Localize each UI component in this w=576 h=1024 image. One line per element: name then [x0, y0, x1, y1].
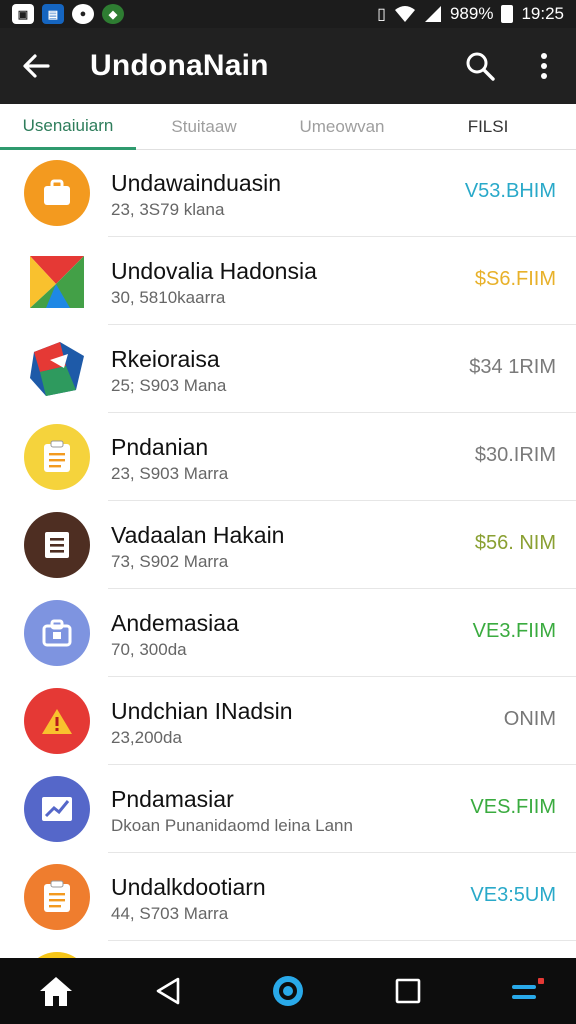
list-item-title: Undovalia Hadonsia — [111, 258, 317, 284]
notification-icons: ▣ ▤ ● ◆ — [12, 4, 124, 24]
bag-icon — [24, 600, 90, 666]
divider — [108, 324, 576, 325]
list-item[interactable]: Undawainduasin 23, 3S79 klana V53.BHIM — [0, 150, 576, 237]
list-item-title: Pndamasiar — [111, 786, 234, 812]
list-item-subtitle: 23,200da — [111, 728, 182, 747]
home-icon[interactable] — [28, 966, 84, 1016]
list-item-title: Undawainduasin — [111, 170, 282, 196]
divider — [108, 940, 576, 941]
list-item-title: Undchian INadsin — [111, 698, 293, 724]
clock: 19:25 — [521, 4, 564, 23]
list-item-title: Pndanian — [111, 434, 209, 460]
menu-icon[interactable] — [500, 966, 556, 1016]
wifi-icon — [394, 6, 415, 22]
divider — [108, 588, 576, 589]
list-item-price: V53.BHIM — [464, 180, 556, 202]
camera-icon: ● — [72, 4, 94, 24]
back-arrow-icon[interactable] — [0, 28, 72, 104]
list-item[interactable]: Undchian INadsin 23,200da ONIM — [0, 678, 576, 765]
list-item-subtitle: 44, S703 Marra — [111, 904, 229, 923]
divider — [108, 676, 576, 677]
app-title: UndonaNain — [90, 49, 269, 82]
tab-0[interactable]: Usenaiuiarn — [0, 104, 136, 150]
vibrate-icon: ▯ — [377, 6, 386, 23]
maps-logo-icon — [24, 248, 90, 314]
app-list: Undawainduasin 23, 3S79 klana V53.BHIM Undo… — [0, 150, 576, 958]
divider — [108, 236, 576, 237]
list-item-subtitle: 23, S903 Marra — [111, 464, 229, 483]
divider — [108, 412, 576, 413]
list-item-subtitle: 23, 3S79 klana — [111, 200, 225, 219]
list-item-subtitle: 70, 300da — [111, 640, 187, 659]
list-item-subtitle: 25; S903 Mana — [111, 376, 227, 395]
list-item[interactable]: Undovalia Hadonsia 30, 5810kaarra $S6.FIIM — [0, 238, 576, 325]
warning-icon — [24, 688, 90, 754]
list-item[interactable]: Andemasiaa 70, 300da VE3.FIIM — [0, 590, 576, 677]
status-bar: ▣ ▤ ● ◆ ▯ 989% 19:25 — [0, 0, 576, 28]
list-item-price: $56. NIM — [474, 532, 556, 554]
back-triangle-icon[interactable] — [140, 966, 196, 1016]
recents-icon[interactable] — [380, 966, 436, 1016]
list-item[interactable]: Undalkdootiarn 44, S703 Marra VE3:5UM — [0, 854, 576, 941]
battery-percent: 989% — [449, 4, 494, 23]
hexagon-logo-icon — [24, 336, 90, 402]
list-item-price: VE3.FIIM — [472, 620, 556, 642]
divider — [108, 500, 576, 501]
list-item-title: Rkeioraisa — [111, 346, 220, 372]
list-item[interactable] — [0, 942, 576, 958]
list-item-price: VE3:5UM — [470, 884, 556, 906]
list-item-subtitle: 73, S902 Marra — [111, 552, 229, 571]
list-item[interactable]: Vadaalan Hakain 73, S902 Marra $56. NIM — [0, 502, 576, 589]
tab-2[interactable]: Umeowvan — [278, 104, 406, 150]
list-item-price: ONIM — [503, 708, 556, 730]
divider — [108, 764, 576, 765]
app-bar: UndonaNain — [0, 28, 576, 104]
clipboard-icon — [24, 424, 90, 490]
more-vert-icon[interactable] — [524, 46, 564, 86]
search-icon[interactable] — [458, 46, 502, 86]
list-item-price: $30.IRIM — [474, 444, 556, 466]
battery-icon — [501, 5, 514, 23]
list-item-subtitle: Dkoan Punanidaomd leina Lann — [111, 816, 353, 835]
navigation-bar — [0, 958, 576, 1024]
list-item-price: $S6.FIIM — [474, 268, 556, 290]
list-item[interactable]: Rkeioraisa 25; S903 Mana $34 1RIM — [0, 326, 576, 413]
tab-3[interactable]: FILSI — [430, 104, 546, 150]
divider — [108, 852, 576, 853]
notepad-icon — [24, 512, 90, 578]
list-item[interactable]: Pndamasiar Dkoan Punanidaomd leina Lann VE… — [0, 766, 576, 853]
list-item-price: VES.FIIM — [470, 796, 556, 818]
image-icon: ▣ — [12, 4, 34, 24]
clipboard-icon — [24, 864, 90, 930]
calendar-icon: ▤ — [42, 4, 64, 24]
assistant-icon[interactable] — [260, 966, 316, 1016]
list-item[interactable]: Pndanian 23, S903 Marra $30.IRIM — [0, 414, 576, 501]
tab-bar: Usenaiuiarn Stuitaaw Umeowvan FILSI — [0, 104, 576, 150]
signal-icon — [424, 6, 441, 22]
list-item-title: Vadaalan Hakain — [111, 522, 285, 548]
chart-icon — [24, 776, 90, 842]
shield-icon: ◆ — [102, 4, 124, 24]
list-item-title: Andemasiaa — [111, 610, 239, 636]
list-item-title: Undalkdootiarn — [111, 874, 266, 900]
tab-1[interactable]: Stuitaaw — [140, 104, 268, 150]
briefcase-icon — [24, 160, 90, 226]
list-item-price: $34 1RIM — [469, 356, 556, 378]
list-item-subtitle: 30, 5810kaarra — [111, 288, 226, 307]
